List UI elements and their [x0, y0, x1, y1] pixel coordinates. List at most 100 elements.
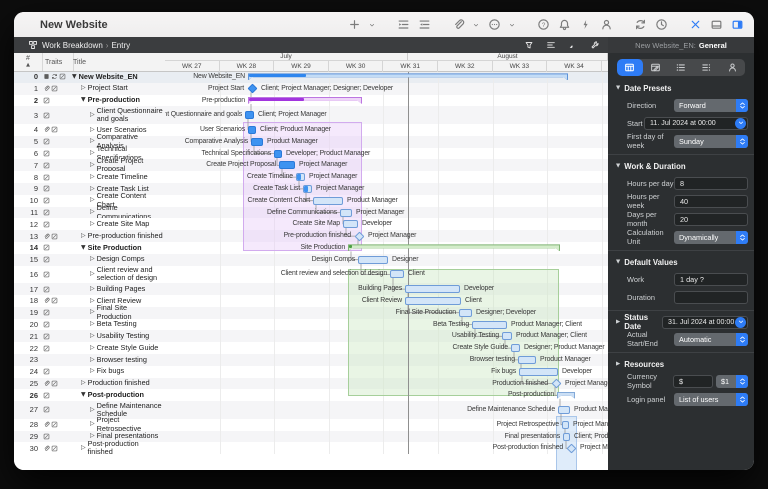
gantt-task-bar[interactable] [358, 256, 388, 264]
table-row[interactable]: 26▼Post-production [14, 389, 165, 401]
filter-icon[interactable] [524, 40, 534, 50]
hours-per-day-field[interactable]: 8 [674, 177, 748, 190]
more-button[interactable] [487, 18, 501, 32]
status-date-field[interactable]: 31. Jul 2024 at 00:00 [662, 316, 748, 329]
filter-button[interactable] [524, 40, 534, 50]
add-button[interactable] [347, 18, 361, 32]
gantt-task-bar[interactable] [405, 285, 460, 293]
gantt-task-bar[interactable] [459, 309, 472, 317]
login-panel-field[interactable]: List of users [674, 393, 748, 406]
direction-field[interactable]: Forward [674, 99, 748, 112]
table-row[interactable]: 1▷Project Start [14, 83, 165, 95]
view-options-icon[interactable] [546, 40, 556, 50]
outdent-icon[interactable] [418, 18, 431, 31]
gantt-milestone[interactable] [566, 443, 576, 453]
days-per-month-field[interactable]: 20 [674, 213, 748, 226]
gantt-task-bar[interactable] [279, 161, 295, 169]
history-icon[interactable] [655, 18, 668, 31]
chevron-down-button[interactable] [472, 18, 480, 32]
indent-icon[interactable] [397, 18, 410, 31]
work-breakdown-view-icon[interactable] [28, 40, 38, 50]
table-row[interactable]: 17▷Building Pages [14, 283, 165, 295]
column-header-traits[interactable]: Traits [43, 53, 74, 71]
gantt-task-bar[interactable] [340, 209, 352, 217]
disclosure-open-icon[interactable]: ▼ [81, 391, 86, 399]
sync-icon[interactable] [634, 18, 647, 31]
chevron-down-icon[interactable] [368, 21, 376, 29]
gantt-task-bar[interactable] [502, 332, 512, 340]
section-default-values[interactable]: ▼Default Values [608, 254, 754, 270]
currency-symbol-field[interactable]: $ [673, 375, 713, 388]
table-row[interactable]: 30▷Post-production finished [14, 442, 165, 454]
table-row[interactable]: 14▼Site Production [14, 242, 165, 254]
table-row[interactable]: 0▼New Website_EN [14, 71, 165, 83]
help-button[interactable]: ? [536, 18, 550, 32]
calculation-unit-field[interactable]: Dynamically [674, 231, 748, 244]
chevron-down-icon[interactable] [472, 21, 480, 29]
notifications-icon[interactable] [558, 18, 571, 31]
close-button[interactable] [688, 18, 702, 32]
table-row[interactable]: 2▼Pre-production [14, 95, 165, 107]
gantt-task-bar[interactable] [562, 421, 569, 429]
currency-format-popup[interactable]: $1 [716, 375, 748, 388]
gantt-summary-bar[interactable] [557, 392, 575, 399]
date-dropdown[interactable] [735, 317, 746, 328]
statusbar-button[interactable] [709, 18, 723, 32]
chevron-down-button[interactable] [508, 18, 516, 32]
section-resources[interactable]: ▶Resources [608, 356, 754, 372]
table-row[interactable]: 28▷Project Retrospective [14, 419, 165, 431]
chevron-down-icon[interactable] [508, 21, 516, 29]
hours-per-week-field[interactable]: 40 [674, 195, 748, 208]
gantt-task-bar[interactable] [245, 111, 254, 119]
table-row[interactable]: 15▷Design Comps [14, 254, 165, 266]
gantt-task-bar[interactable] [519, 368, 558, 376]
format-button[interactable] [568, 40, 578, 50]
gantt-task-bar[interactable] [511, 344, 520, 352]
sidebar-toggle-icon[interactable] [731, 18, 744, 31]
table-row[interactable]: 3▷Client Questionnaire and goals [14, 106, 165, 124]
start-field[interactable]: 11. Jul 2024 at 00:00 [644, 117, 748, 130]
settings-button[interactable] [590, 40, 600, 50]
work-field[interactable]: 1 day ? [674, 273, 748, 286]
add-icon[interactable] [348, 18, 361, 31]
table-row[interactable]: 23▷Browser testing [14, 354, 165, 366]
help-icon[interactable]: ? [537, 18, 550, 31]
column-header-num[interactable]: #▲ [14, 53, 43, 71]
section-status-date[interactable]: ▶Status Date31. Jul 2024 at 00:00 [608, 314, 754, 330]
gantt-task-bar[interactable] [313, 197, 343, 205]
disclosure-open-icon[interactable]: ▼ [81, 244, 86, 252]
disclosure-open-icon[interactable]: ▼ [81, 96, 86, 104]
gantt-summary-bar[interactable] [248, 97, 362, 104]
table-row[interactable]: 19▷Final Site Production [14, 307, 165, 319]
gantt-task-bar[interactable] [251, 138, 263, 146]
gantt-task-bar[interactable] [558, 406, 570, 414]
table-row[interactable]: 20▷Beta Testing [14, 319, 165, 331]
tab-fields[interactable] [694, 59, 720, 76]
table-row[interactable]: 11▷Define Communications [14, 207, 165, 219]
gantt-task-bar[interactable] [303, 185, 312, 193]
statusbar-icon[interactable] [710, 18, 723, 31]
attach-button[interactable] [451, 18, 465, 32]
actual-start-end-field[interactable]: Automatic [674, 333, 748, 346]
gantt-task-bar[interactable] [390, 270, 404, 278]
more-icon[interactable] [488, 18, 501, 31]
gantt-task-bar[interactable] [563, 433, 570, 441]
breadcrumb-root[interactable]: Work Breakdown [42, 41, 103, 50]
first-day-of-week-field[interactable]: Sunday [674, 135, 748, 148]
work-breakdown-view-icon[interactable] [28, 40, 38, 50]
tab-plan[interactable] [643, 59, 669, 76]
chevron-down-button[interactable] [368, 18, 376, 32]
format-icon[interactable] [568, 40, 578, 50]
gantt-summary-bar[interactable] [348, 244, 560, 251]
gantt-milestone[interactable] [247, 84, 257, 94]
tab-general[interactable] [617, 59, 643, 76]
gantt-summary-bar[interactable] [248, 73, 568, 80]
table-row[interactable]: 16▷Client review and selection of design [14, 266, 165, 284]
section-date-presets[interactable]: ▼Date Presets [608, 80, 754, 96]
tab-resources[interactable] [719, 59, 745, 76]
attach-icon[interactable] [452, 18, 465, 31]
view-options-button[interactable] [546, 40, 556, 50]
section-work-duration[interactable]: ▼Work & Duration [608, 158, 754, 174]
gantt-task-bar[interactable] [274, 150, 282, 158]
table-row[interactable]: 21▷Usability Testing [14, 330, 165, 342]
